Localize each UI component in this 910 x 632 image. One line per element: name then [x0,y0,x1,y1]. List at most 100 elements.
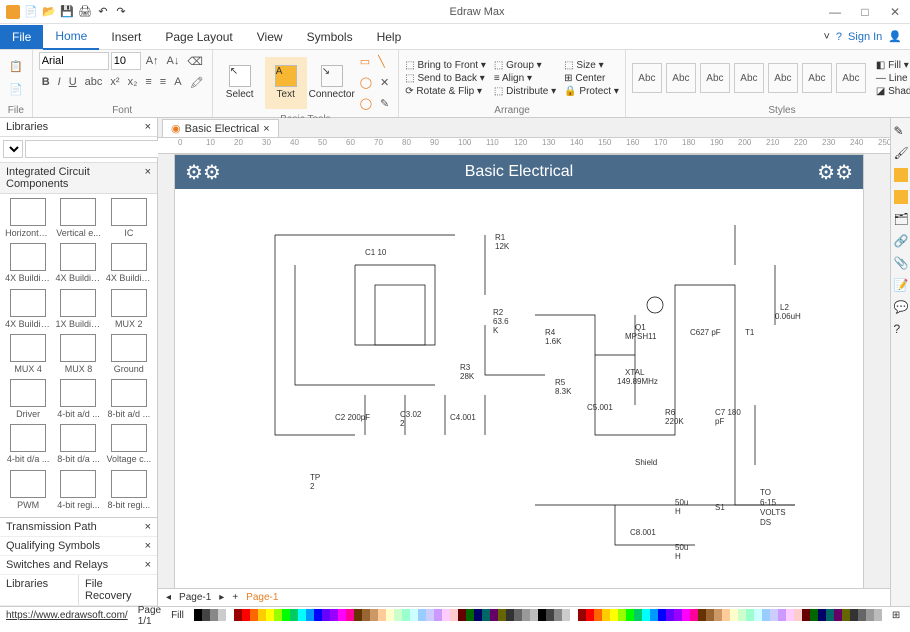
eyedropper-icon[interactable]: ✎ [894,124,908,138]
shrink-font-button[interactable]: A↓ [164,52,183,71]
redo-icon[interactable]: ↷ [114,5,128,19]
library-shape[interactable]: 4X Buildin... [54,243,102,286]
sidebar-tab-file-recovery[interactable]: File Recovery [79,575,157,605]
oval-shape-button[interactable]: ◯ [357,94,375,113]
select-tool[interactable]: ↖Select [219,57,261,109]
library-shape[interactable]: 4X Buildin... [4,243,52,286]
clear-format-button[interactable]: ⌫ [184,52,206,71]
fit-width-icon[interactable]: ⊞ [892,610,900,621]
rect-shape-button[interactable]: ▭ [357,52,373,71]
style-preset-3[interactable]: Abc [700,63,730,93]
schematic-diagram[interactable]: C1 10 R1 12K R2 63.6 K R3 28K C2 200pF C… [235,205,815,575]
link-icon[interactable]: 🔗 [894,234,908,248]
doc-close-icon[interactable]: × [263,123,269,135]
library-shape[interactable]: MUX 8 [54,334,102,377]
page-add-icon[interactable]: + [232,592,238,603]
category-switches[interactable]: Switches and Relays× [0,556,157,575]
category-close-icon[interactable]: × [145,166,151,190]
style-preset-6[interactable]: Abc [802,63,832,93]
library-shape[interactable]: 4X Buildin... [105,243,153,286]
line-button[interactable]: — Line ▾ [876,73,910,84]
open-icon[interactable]: 📂 [42,5,56,19]
attach-icon[interactable]: 📎 [894,256,908,270]
page-prev-icon[interactable]: ◂ [166,592,171,603]
library-shape[interactable]: 4-bit a/d ... [54,379,102,422]
style-preset-2[interactable]: Abc [666,63,696,93]
group-button[interactable]: ⬚ Group ▾ [494,60,556,71]
style-preset-4[interactable]: Abc [734,63,764,93]
tab-file[interactable]: File [0,25,43,49]
user-icon[interactable]: 👤 [888,30,902,43]
font-name-input[interactable] [39,52,109,70]
tab-page-layout[interactable]: Page Layout [153,25,244,49]
close-button[interactable]: ✕ [880,0,910,24]
circle-shape-button[interactable]: ◯ [357,73,375,92]
bullets-button[interactable]: ≡ [142,73,154,92]
connector-tool[interactable]: ↘Connector [311,57,353,109]
library-shape[interactable]: MUX 4 [4,334,52,377]
library-shape[interactable]: 4-bit regi... [54,470,102,513]
fill-button[interactable]: ◧ Fill ▾ [876,60,910,71]
pencil-button[interactable]: ✎ [377,94,392,113]
category-qualifying[interactable]: Qualifying Symbols× [0,537,157,556]
library-shape[interactable]: PWM [4,470,52,513]
library-picker[interactable] [3,140,23,158]
collapse-ribbon-icon[interactable]: ˅ [823,31,829,43]
library-shape[interactable]: 4X Buildin... [4,289,52,332]
rotate-flip-button[interactable]: ⟳ Rotate & Flip ▾ [405,86,486,97]
sub-button[interactable]: x₂ [125,73,141,92]
text-tool[interactable]: AText [265,57,307,109]
sidebar-tab-libraries[interactable]: Libraries [0,575,79,605]
page-next-icon[interactable]: ▸ [219,592,224,603]
protect-button[interactable]: 🔒 Protect ▾ [564,86,619,97]
tab-view[interactable]: View [245,25,295,49]
font-size-input[interactable] [111,52,141,70]
paste-button[interactable]: 📋 [6,57,26,76]
category-transmission[interactable]: Transmission Path× [0,518,157,537]
minimize-button[interactable]: — [820,0,850,24]
fill-color-icon[interactable] [894,168,908,182]
library-search-input[interactable] [25,140,169,158]
highlight-button[interactable]: 🖍 [187,73,207,92]
document-tab[interactable]: ◉ Basic Electrical × [162,119,279,137]
style-preset-5[interactable]: Abc [768,63,798,93]
size-button[interactable]: ⬚ Size ▾ [564,60,619,71]
undo-icon[interactable]: ↶ [96,5,110,19]
page-tab-1[interactable]: Page-1 [179,592,211,603]
strike-button[interactable]: abc [82,73,106,92]
drawing-canvas[interactable]: ⚙⚙ Basic Electrical ⚙⚙ [174,154,864,588]
help-icon[interactable]: ? [836,31,842,43]
libraries-close-icon[interactable]: × [145,121,151,133]
align-left-button[interactable]: ≡ [157,73,169,92]
copy-button[interactable]: 📄 [6,80,26,99]
bold-button[interactable]: B [39,73,53,92]
library-shape[interactable]: 8-bit d/a ... [54,424,102,467]
style-preset-1[interactable]: Abc [632,63,662,93]
note-icon[interactable]: 📝 [894,278,908,292]
align-button[interactable]: ≡ Align ▾ [494,73,556,84]
library-shape[interactable]: 4-bit d/a ... [4,424,52,467]
line-color-icon[interactable] [894,190,908,204]
help-panel-icon[interactable]: ? [894,322,908,336]
library-shape[interactable]: Voltage c... [105,424,153,467]
category-ic[interactable]: Integrated Circuit Components [6,166,145,190]
shadow-button[interactable]: ◪ Shadow ▾ [876,86,910,97]
maximize-button[interactable]: □ [850,0,880,24]
print-icon[interactable]: 🖨 [78,5,92,19]
line-shape-button[interactable]: ╲ [375,52,388,71]
library-shape[interactable]: 8-bit a/d ... [105,379,153,422]
color-swatches[interactable] [194,609,882,623]
cross-shape-button[interactable]: ✕ [377,73,392,92]
grow-font-button[interactable]: A↑ [143,52,162,71]
library-shape[interactable]: 8-bit regi... [105,470,153,513]
save-icon[interactable]: 💾 [60,5,74,19]
library-shape[interactable]: Driver [4,379,52,422]
library-shape[interactable]: IC [105,198,153,241]
library-shape[interactable]: Horizonta... [4,198,52,241]
tab-symbols[interactable]: Symbols [295,25,365,49]
layers-icon[interactable]: 🗂 [894,212,908,226]
tab-home[interactable]: Home [43,24,99,50]
new-icon[interactable]: 📄 [24,5,38,19]
library-shape[interactable]: Ground [105,334,153,377]
underline-button[interactable]: U [66,73,80,92]
